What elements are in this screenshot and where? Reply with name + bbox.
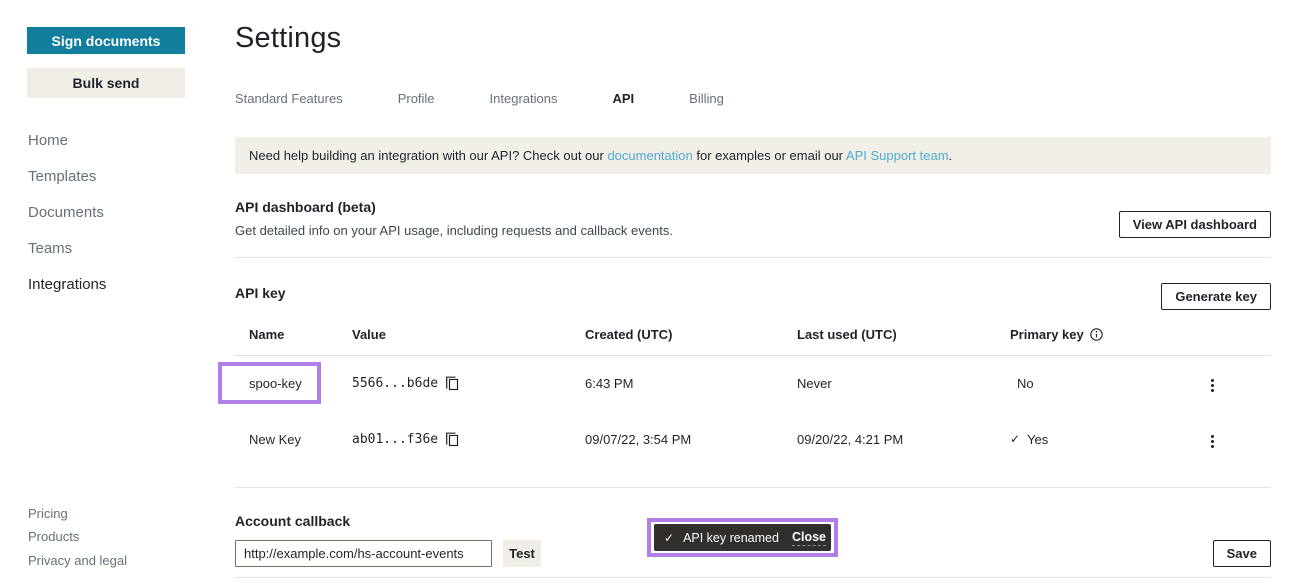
created-cell: 09/07/22, 3:54 PM — [571, 432, 783, 447]
tab-api[interactable]: API — [612, 91, 634, 106]
column-header-value: Value — [338, 327, 571, 342]
copy-icon[interactable] — [445, 432, 459, 447]
column-header-name: Name — [235, 327, 338, 342]
column-header-last-used: Last used (UTC) — [783, 327, 996, 342]
generate-key-button[interactable]: Generate key — [1161, 283, 1271, 310]
key-value-cell: 5566...b6de — [338, 376, 571, 391]
view-api-dashboard-button[interactable]: View API dashboard — [1119, 211, 1271, 238]
api-support-team-link[interactable]: API Support team — [846, 148, 949, 163]
copy-icon[interactable] — [445, 376, 459, 391]
toast-api-key-renamed: ✓ API key renamed Close — [654, 524, 831, 551]
footer-link-pricing[interactable]: Pricing — [28, 506, 68, 521]
callback-url-input[interactable] — [235, 540, 492, 567]
banner-text: Need help building an integration with o… — [249, 148, 607, 163]
kebab-menu-icon[interactable] — [1205, 375, 1220, 396]
last-used-cell: Never — [783, 376, 996, 391]
tab-integrations[interactable]: Integrations — [490, 91, 558, 106]
highlight-box-toast: ✓ API key renamed Close — [647, 518, 838, 557]
table-header-row: Name Value Created (UTC) Last used (UTC)… — [235, 327, 1271, 356]
tab-standard-features[interactable]: Standard Features — [235, 91, 343, 106]
last-used-cell: 09/20/22, 4:21 PM — [783, 432, 996, 447]
section-divider — [235, 257, 1271, 258]
info-icon[interactable] — [1090, 328, 1103, 341]
highlight-box-spoo-key — [218, 362, 321, 404]
sign-documents-button[interactable]: Sign documents — [27, 27, 185, 54]
column-header-primary-key: Primary key — [996, 327, 1203, 342]
column-header-created: Created (UTC) — [571, 327, 783, 342]
section-divider — [235, 487, 1271, 488]
toast-message: API key renamed — [683, 531, 779, 545]
sidebar-item-integrations[interactable]: Integrations — [28, 276, 106, 293]
created-cell: 6:43 PM — [571, 376, 783, 391]
footer-link-products[interactable]: Products — [28, 529, 79, 544]
documentation-link[interactable]: documentation — [607, 148, 692, 163]
banner-text: . — [949, 148, 953, 163]
api-help-banner: Need help building an integration with o… — [235, 137, 1271, 174]
primary-key-cell: No — [996, 376, 1203, 391]
api-key-heading: API key — [235, 285, 286, 301]
bulk-send-button[interactable]: Bulk send — [27, 68, 185, 98]
toast-close-button[interactable]: Close — [792, 530, 826, 546]
table-row: New Key ab01...f36e 09/07/22, 3:54 PM 09… — [235, 410, 1271, 468]
page-title: Settings — [235, 22, 341, 55]
check-icon: ✓ — [664, 531, 674, 545]
banner-text: for examples or email our — [693, 148, 846, 163]
key-value-cell: ab01...f36e — [338, 432, 571, 447]
table-row: spoo-key 5566...b6de 6:43 PM Never No — [235, 356, 1271, 410]
tab-billing[interactable]: Billing — [689, 91, 724, 106]
sidebar: Sign documents Bulk send Home Templates … — [0, 0, 210, 585]
sidebar-item-templates[interactable]: Templates — [28, 168, 96, 185]
bottom-divider — [235, 577, 1271, 578]
sidebar-item-teams[interactable]: Teams — [28, 240, 72, 257]
api-dashboard-heading: API dashboard (beta) — [235, 199, 376, 215]
api-dashboard-description: Get detailed info on your API usage, inc… — [235, 223, 673, 238]
footer-link-privacy-legal[interactable]: Privacy and legal — [28, 553, 127, 568]
tab-profile[interactable]: Profile — [398, 91, 435, 106]
kebab-menu-icon[interactable] — [1205, 431, 1220, 452]
account-callback-heading: Account callback — [235, 513, 350, 529]
save-button[interactable]: Save — [1213, 540, 1271, 567]
sidebar-item-home[interactable]: Home — [28, 132, 68, 149]
api-key-table: Name Value Created (UTC) Last used (UTC)… — [235, 327, 1271, 468]
sidebar-item-documents[interactable]: Documents — [28, 204, 104, 221]
key-name-cell: New Key — [235, 432, 338, 447]
test-button[interactable]: Test — [503, 540, 541, 567]
check-icon: ✓ — [1010, 432, 1020, 446]
settings-page: Sign documents Bulk send Home Templates … — [0, 0, 1298, 585]
primary-key-cell: ✓ Yes — [996, 432, 1203, 447]
main-content: Settings Standard Features Profile Integ… — [235, 0, 1271, 585]
tab-bar: Standard Features Profile Integrations A… — [235, 91, 724, 106]
